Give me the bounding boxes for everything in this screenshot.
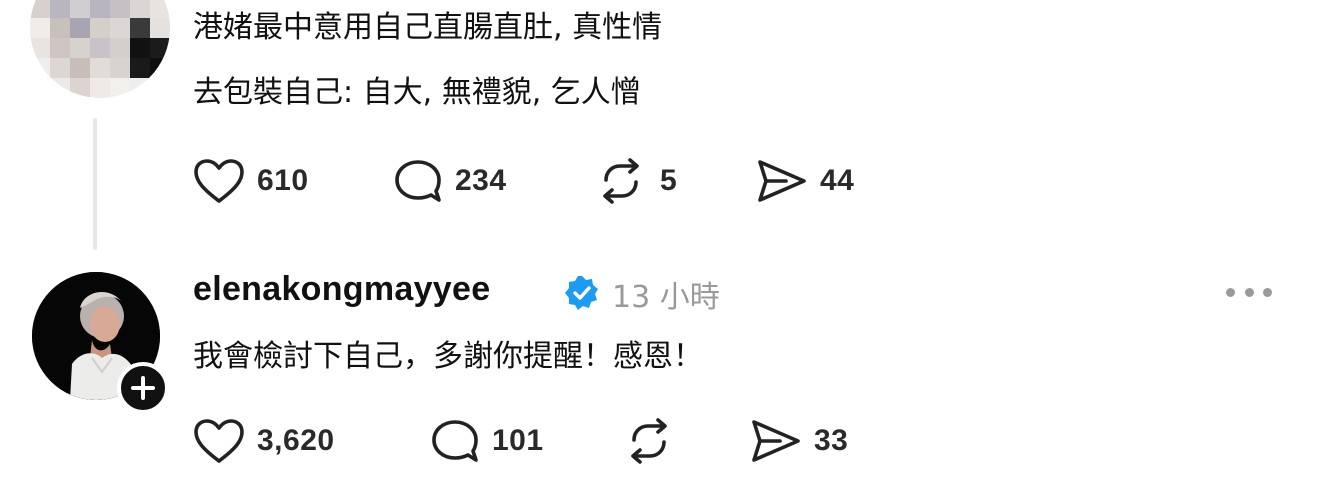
like-button[interactable]: 610 [193,159,309,203]
like-count: 3,620 [257,424,335,457]
comment-count: 234 [455,164,507,197]
repost-icon [603,158,639,204]
send-icon [752,420,800,462]
share-button[interactable]: 33 [750,420,849,462]
comment-button[interactable]: 101 [430,420,544,462]
heart-icon [194,419,244,463]
share-count: 33 [814,424,849,457]
comment-button[interactable]: 234 [393,160,507,202]
like-button[interactable]: 3,620 [193,419,335,463]
repost-button[interactable] [622,418,688,464]
follow-button[interactable] [117,362,169,414]
reply-text: 我會檢討下自己，多謝你提醒！感恩！ [193,339,703,374]
like-count: 610 [257,164,309,197]
more-dots-icon [1226,287,1235,297]
comment-bubble-icon [395,160,441,202]
post-time: 13 小時 [612,280,720,315]
more-dots-icon [1263,287,1272,297]
verified-badge-icon [564,275,600,311]
username[interactable]: elenakongmayyee [193,270,490,309]
comment-bubble-icon [432,420,478,462]
plus-icon [131,376,155,400]
send-icon [758,160,806,202]
thread-line [93,118,97,250]
threads-replies: 港媎最中意用自己直腸直肚, 真性情 去包裝自己: 自大, 無禮貌, 乞人憎 61… [0,0,1320,499]
share-count: 44 [820,164,855,197]
more-dots-icon [1244,287,1254,297]
comment-count: 101 [492,424,544,457]
pixelated-avatar[interactable] [30,0,170,98]
repost-count: 5 [660,164,678,197]
reply-text-line-2: 去包裝自己: 自大, 無禮貌, 乞人憎 [193,75,641,110]
repost-button[interactable]: 5 [594,158,678,204]
reply-text-line-1: 港媎最中意用自己直腸直肚, 真性情 [193,10,663,45]
heart-icon [194,159,244,203]
more-options-button[interactable] [1226,284,1272,300]
share-button[interactable]: 44 [756,160,855,202]
repost-icon [631,418,667,464]
